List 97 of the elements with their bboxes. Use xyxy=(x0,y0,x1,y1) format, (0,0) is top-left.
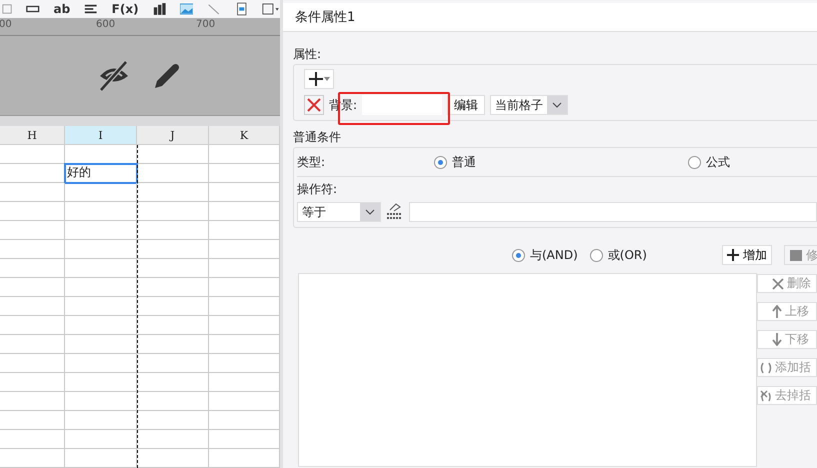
table-cell[interactable] xyxy=(0,392,65,411)
table-cell[interactable] xyxy=(65,430,137,449)
table-cell[interactable] xyxy=(137,202,209,221)
table-cell[interactable] xyxy=(137,316,209,335)
toolbar-text-button[interactable]: ab xyxy=(54,2,70,16)
toolbar-text-button[interactable]: F(x) xyxy=(112,2,139,16)
table-cell[interactable] xyxy=(137,240,209,259)
plus-icon xyxy=(308,72,322,86)
column-header[interactable]: J xyxy=(137,126,209,145)
table-cell[interactable] xyxy=(0,297,65,316)
section-legend: 普通条件 xyxy=(293,129,817,145)
table-cell[interactable] xyxy=(137,297,209,316)
table-cell[interactable] xyxy=(137,278,209,297)
table-cell[interactable] xyxy=(65,240,137,259)
table-cell[interactable] xyxy=(0,183,65,202)
table-cell[interactable] xyxy=(65,449,137,468)
close-icon xyxy=(307,98,321,112)
square-icon xyxy=(789,248,803,262)
table-cell[interactable] xyxy=(137,411,209,430)
edit-button[interactable]: 编辑 xyxy=(447,95,486,115)
close-icon xyxy=(772,278,784,290)
line-icon[interactable] xyxy=(207,2,221,16)
column-header[interactable]: I xyxy=(65,126,137,145)
bar-chart-icon[interactable] xyxy=(152,2,166,16)
table-cell[interactable] xyxy=(0,335,65,354)
chevron-down-icon xyxy=(365,209,375,215)
chevron-down-icon xyxy=(552,102,562,108)
table-cell[interactable] xyxy=(0,202,65,221)
table-cell[interactable] xyxy=(65,411,137,430)
table-cell[interactable] xyxy=(137,373,209,392)
table-cell[interactable] xyxy=(137,354,209,373)
table-cell[interactable] xyxy=(0,221,65,240)
table-cell[interactable]: 好的 xyxy=(65,164,137,183)
table-cell[interactable] xyxy=(137,164,209,183)
ruler-label: 600 xyxy=(96,19,116,30)
table-cell[interactable] xyxy=(65,221,137,240)
table-cell[interactable] xyxy=(65,259,137,278)
remove-button[interactable] xyxy=(304,95,324,115)
table-cell[interactable] xyxy=(65,316,137,335)
table-cell[interactable] xyxy=(65,297,137,316)
table-cell[interactable] xyxy=(137,259,209,278)
table-cell[interactable] xyxy=(0,278,65,297)
table-cell[interactable] xyxy=(65,335,137,354)
plus-icon xyxy=(727,249,739,261)
value-field[interactable] xyxy=(409,202,817,222)
arrow-down-icon xyxy=(772,333,782,346)
table-cell[interactable] xyxy=(65,373,137,392)
eye-slash-icon[interactable] xyxy=(98,60,130,90)
caret-icon xyxy=(324,77,330,81)
table-cell[interactable] xyxy=(137,335,209,354)
document-icon[interactable] xyxy=(234,2,248,16)
table-cell[interactable] xyxy=(0,430,65,449)
table-cell[interactable] xyxy=(137,145,209,164)
table-cell[interactable] xyxy=(65,354,137,373)
table-icon[interactable] xyxy=(2,2,12,16)
add-dropdown-button[interactable] xyxy=(304,69,334,89)
table-cell[interactable] xyxy=(137,449,209,468)
table-cell[interactable] xyxy=(137,430,209,449)
radio-option[interactable]: 公式 xyxy=(688,154,730,170)
abc-icon[interactable] xyxy=(386,203,404,221)
table-cell[interactable] xyxy=(137,221,209,240)
align-icon[interactable] xyxy=(84,2,98,16)
radio-option[interactable]: 或(OR) xyxy=(590,246,647,264)
input-field[interactable] xyxy=(362,95,442,115)
operator-select[interactable]: 等于 xyxy=(297,202,381,222)
table-cell[interactable] xyxy=(65,392,137,411)
image-icon[interactable] xyxy=(180,2,194,16)
field-label: 类型: xyxy=(297,154,326,170)
table-cell[interactable] xyxy=(137,183,209,202)
table-cell[interactable] xyxy=(137,392,209,411)
ruler-label: 700 xyxy=(196,19,216,30)
section-legend: 属性: xyxy=(293,46,817,62)
table-cell[interactable] xyxy=(0,145,65,164)
parentheses-icon xyxy=(760,362,772,374)
table-cell[interactable] xyxy=(0,373,65,392)
table-cell[interactable] xyxy=(0,449,65,468)
arrow-up-icon xyxy=(772,305,782,318)
radio-option[interactable]: 普通 xyxy=(434,154,688,170)
table-cell[interactable] xyxy=(65,202,137,221)
column-header[interactable]: K xyxy=(209,126,280,145)
table-cell[interactable] xyxy=(0,411,65,430)
table-cell[interactable] xyxy=(0,240,65,259)
ruler-label: 00 xyxy=(0,19,12,30)
radio-option[interactable]: 与(AND) xyxy=(512,246,578,264)
table-cell[interactable] xyxy=(65,183,137,202)
table-cell[interactable] xyxy=(65,278,137,297)
remove-parentheses-icon xyxy=(760,390,772,402)
table-cell[interactable] xyxy=(0,316,65,335)
panel-title: 条件属性1 xyxy=(283,3,817,32)
column-header[interactable]: H xyxy=(0,126,65,145)
table-cell[interactable] xyxy=(0,259,65,278)
add-button[interactable]: 增加 xyxy=(722,245,772,265)
scope-select[interactable]: 当前格子 xyxy=(490,95,568,115)
border-icon[interactable] xyxy=(262,2,280,16)
splitter-bar[interactable] xyxy=(0,115,280,126)
field-label: 操作符: xyxy=(297,181,338,198)
table-cell[interactable] xyxy=(0,354,65,373)
